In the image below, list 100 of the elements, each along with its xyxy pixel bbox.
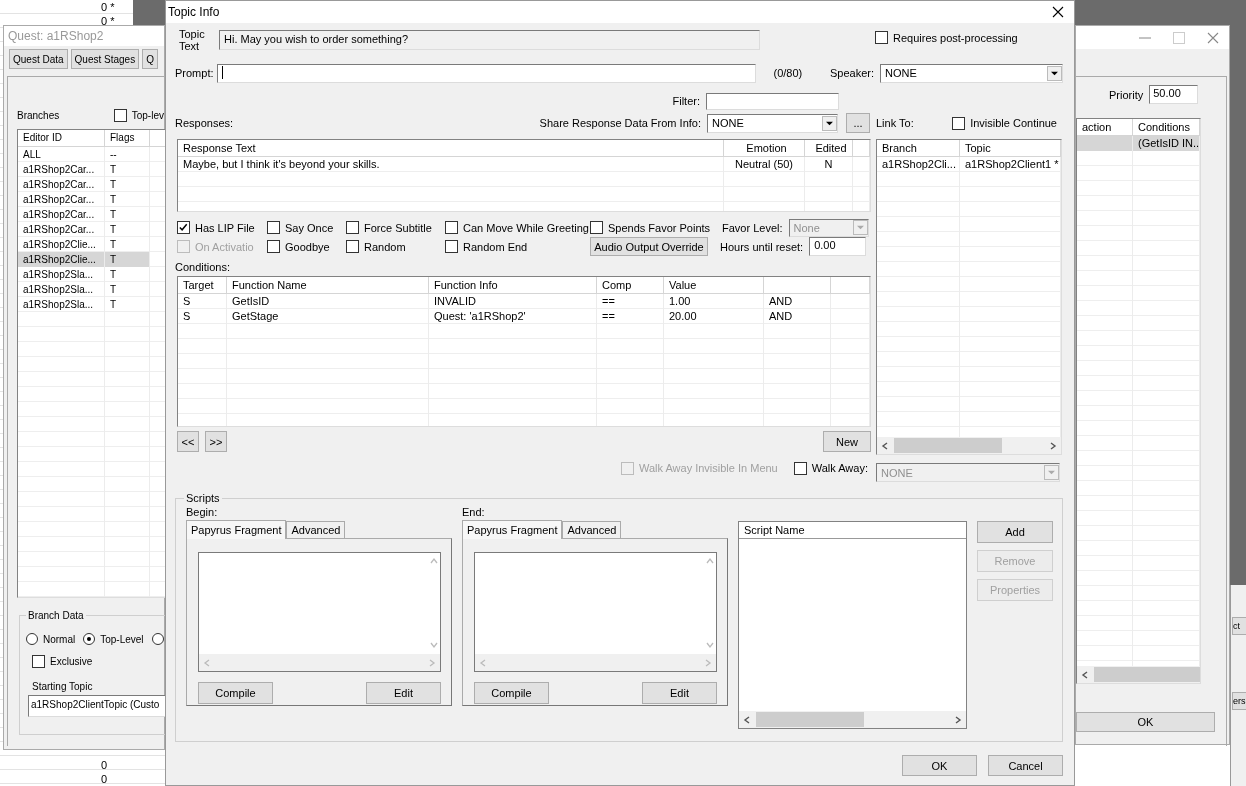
field-label: Topic Text <box>178 28 206 52</box>
checkbox[interactable] <box>267 221 280 234</box>
table-cell-text: GetIsID <box>231 294 271 309</box>
section-label: Link To: <box>876 117 914 129</box>
chevron-left-icon <box>479 658 487 667</box>
new-button[interactable]: New <box>823 431 871 452</box>
dropdown[interactable]: NONE <box>880 63 1063 83</box>
compile-button[interactable]: Compile <box>198 682 273 704</box>
table-cell-text: a1RShop2Car... <box>22 223 96 237</box>
field-label: Begin: <box>186 506 219 520</box>
horizontal-scrollbar[interactable] <box>1077 666 1200 683</box>
checkbox-label: Walk Away Invisible In Menu <box>638 462 778 474</box>
checkbox-label: On Activatio <box>195 240 254 253</box>
table-cell-text: S <box>182 294 192 309</box>
radio-label: Normal <box>43 633 76 645</box>
audio-output-override-button[interactable]: Audio Output Override <box>590 237 708 256</box>
chevron-right-icon <box>954 715 962 724</box>
text-field[interactable] <box>706 92 839 110</box>
checkbox-label: Invisible Continue <box>970 117 1057 129</box>
checkbox[interactable] <box>952 116 966 130</box>
tab[interactable]: Papyrus Fragment <box>462 520 563 539</box>
chevron-left-icon <box>743 715 751 724</box>
checkbox-label: Force Subtitle <box>364 221 432 234</box>
radio-label: Top-Level <box>100 633 144 645</box>
horizontal-scrollbar[interactable] <box>877 437 1061 454</box>
text-field[interactable]: 0.00 <box>809 237 867 256</box>
button[interactable]: Add <box>977 521 1053 543</box>
text-cursor <box>221 65 223 79</box>
radio-button[interactable] <box>83 633 96 645</box>
checkbox-label: Say Once <box>285 221 334 234</box>
cancel-button[interactable]: Cancel <box>988 755 1063 776</box>
table-cell-text: 0 * <box>100 0 116 14</box>
previous-button[interactable]: << <box>177 431 199 452</box>
table-cell-text: T <box>109 163 118 177</box>
next-button[interactable]: >> <box>205 431 227 452</box>
text-area[interactable] <box>198 552 441 672</box>
scrollbar-thumb[interactable] <box>894 438 1002 453</box>
chevron-left-icon <box>1081 670 1089 679</box>
ok-button[interactable]: OK <box>902 755 977 776</box>
radio-button[interactable] <box>26 633 38 645</box>
column-header[interactable]: Script Name <box>739 522 966 539</box>
checkbox[interactable] <box>875 31 888 44</box>
edit-button[interactable]: Edit <box>642 682 717 704</box>
checkbox[interactable] <box>177 221 190 234</box>
table-cell-text: 20.00 <box>668 309 698 324</box>
table-cell-text: INVALID <box>433 294 477 309</box>
close-icon[interactable] <box>1052 6 1064 18</box>
checkbox[interactable] <box>32 654 45 668</box>
checkbox-label: Can Move While Greeting <box>463 221 589 234</box>
text-field[interactable]: 50.00 <box>1149 85 1199 104</box>
tab[interactable]: Advanced <box>562 521 622 538</box>
edit-button[interactable]: Edit <box>366 682 441 704</box>
scrollbar-thumb[interactable] <box>756 712 864 727</box>
checkbox[interactable] <box>267 240 280 253</box>
checkbox[interactable] <box>445 240 458 253</box>
table-cell-text: a1RShop2Cli... <box>881 157 957 172</box>
text-field[interactable]: Hi. May you wish to order something? <box>219 30 760 50</box>
chevron-left-icon <box>881 441 889 450</box>
tab[interactable]: Papyrus Fragment <box>186 520 287 539</box>
tab-button[interactable]: Quest Stages <box>70 49 140 69</box>
tab-button[interactable]: Quest Data <box>9 49 68 69</box>
table-cell-text: a1RShop2Clie... <box>22 238 97 252</box>
table-cell-text: 0 * <box>100 14 116 28</box>
checkbox[interactable] <box>346 240 359 253</box>
table-cell-text: a1RShop2Client1 * <box>964 157 1060 172</box>
text-area[interactable] <box>474 552 717 672</box>
group-title: Branch Data <box>27 610 85 621</box>
scrollbar-thumb[interactable] <box>1094 667 1200 682</box>
button[interactable]: ct <box>1232 617 1246 635</box>
text-field[interactable] <box>216 63 756 83</box>
table-cell-text: == <box>601 294 616 309</box>
table-cell-text: ALL <box>22 148 42 162</box>
browse-button[interactable]: ... <box>846 113 870 133</box>
radio-button[interactable] <box>151 633 164 645</box>
checkbox-label: Has LIP File <box>195 221 255 234</box>
checkbox[interactable] <box>346 221 359 234</box>
character-count: (0/80) <box>773 67 803 79</box>
close-icon <box>1207 31 1219 44</box>
table-cell-text: a1RShop2Car... <box>22 193 96 207</box>
table-cell-text: AND <box>768 309 794 324</box>
checkbox[interactable] <box>113 108 127 122</box>
maximize-icon <box>1173 31 1185 44</box>
checkbox-label: Exclusive <box>50 655 93 667</box>
checkbox[interactable] <box>590 221 603 234</box>
horizontal-scrollbar[interactable] <box>739 711 966 728</box>
table-cell-text: AND <box>768 294 794 309</box>
checkbox[interactable] <box>445 221 458 234</box>
checkbox[interactable] <box>793 461 807 475</box>
tab-button[interactable]: Q <box>142 49 158 69</box>
ok-button[interactable]: OK <box>1076 712 1215 732</box>
table-cell-text: == <box>601 309 616 324</box>
table-cell: T <box>105 252 149 267</box>
table-cell-text: a1RShop2Sla... <box>22 298 95 312</box>
table-cell-text: Quest: 'a1RShop2' <box>433 309 527 324</box>
window-title: Quest: a1RShop2 <box>4 26 164 46</box>
tab[interactable]: Advanced <box>286 521 346 538</box>
button[interactable]: ers <box>1232 692 1246 710</box>
table-cell-text: Neutral (50) <box>733 157 795 172</box>
dropdown[interactable]: NONE <box>707 113 838 133</box>
compile-button[interactable]: Compile <box>474 682 549 704</box>
